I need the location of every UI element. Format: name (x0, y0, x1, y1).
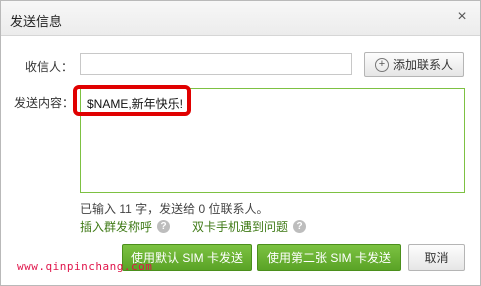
cancel-button[interactable]: 取消 (408, 244, 465, 271)
char-count-status: 已输入 11 字，发送给 0 位联系人。 (80, 202, 269, 216)
close-icon[interactable]: × (454, 9, 470, 25)
recipient-label: 收信人： (25, 60, 74, 74)
recipient-input[interactable] (80, 53, 352, 75)
insert-title-link[interactable]: 插入群发称呼 ? (80, 218, 171, 235)
insert-title-label: 插入群发称呼 (80, 220, 153, 234)
dialog-titlebar: 发送信息 × (1, 1, 480, 36)
help-icon[interactable]: ? (157, 220, 171, 233)
dual-sim-help-link[interactable]: 双卡手机遇到问题 ? (192, 218, 307, 235)
send-message-dialog: 发送信息 × 收信人： + 添加联系人 发送内容： $NAME,新年快乐! 已输… (0, 0, 481, 286)
help-icon[interactable]: ? (293, 220, 307, 233)
dual-sim-help-label: 双卡手机遇到问题 (192, 220, 289, 234)
watermark-text: www.qinpinchang.com (17, 260, 153, 273)
content-label: 发送内容： (14, 96, 75, 110)
dialog-title: 发送信息 (10, 14, 63, 29)
add-contact-button[interactable]: + 添加联系人 (364, 52, 464, 77)
send-second-sim-button[interactable]: 使用第二张 SIM 卡发送 (257, 244, 401, 271)
annotation-highlight-box (73, 85, 191, 116)
plus-icon: + (374, 57, 389, 72)
add-contact-label: 添加联系人 (392, 58, 453, 72)
